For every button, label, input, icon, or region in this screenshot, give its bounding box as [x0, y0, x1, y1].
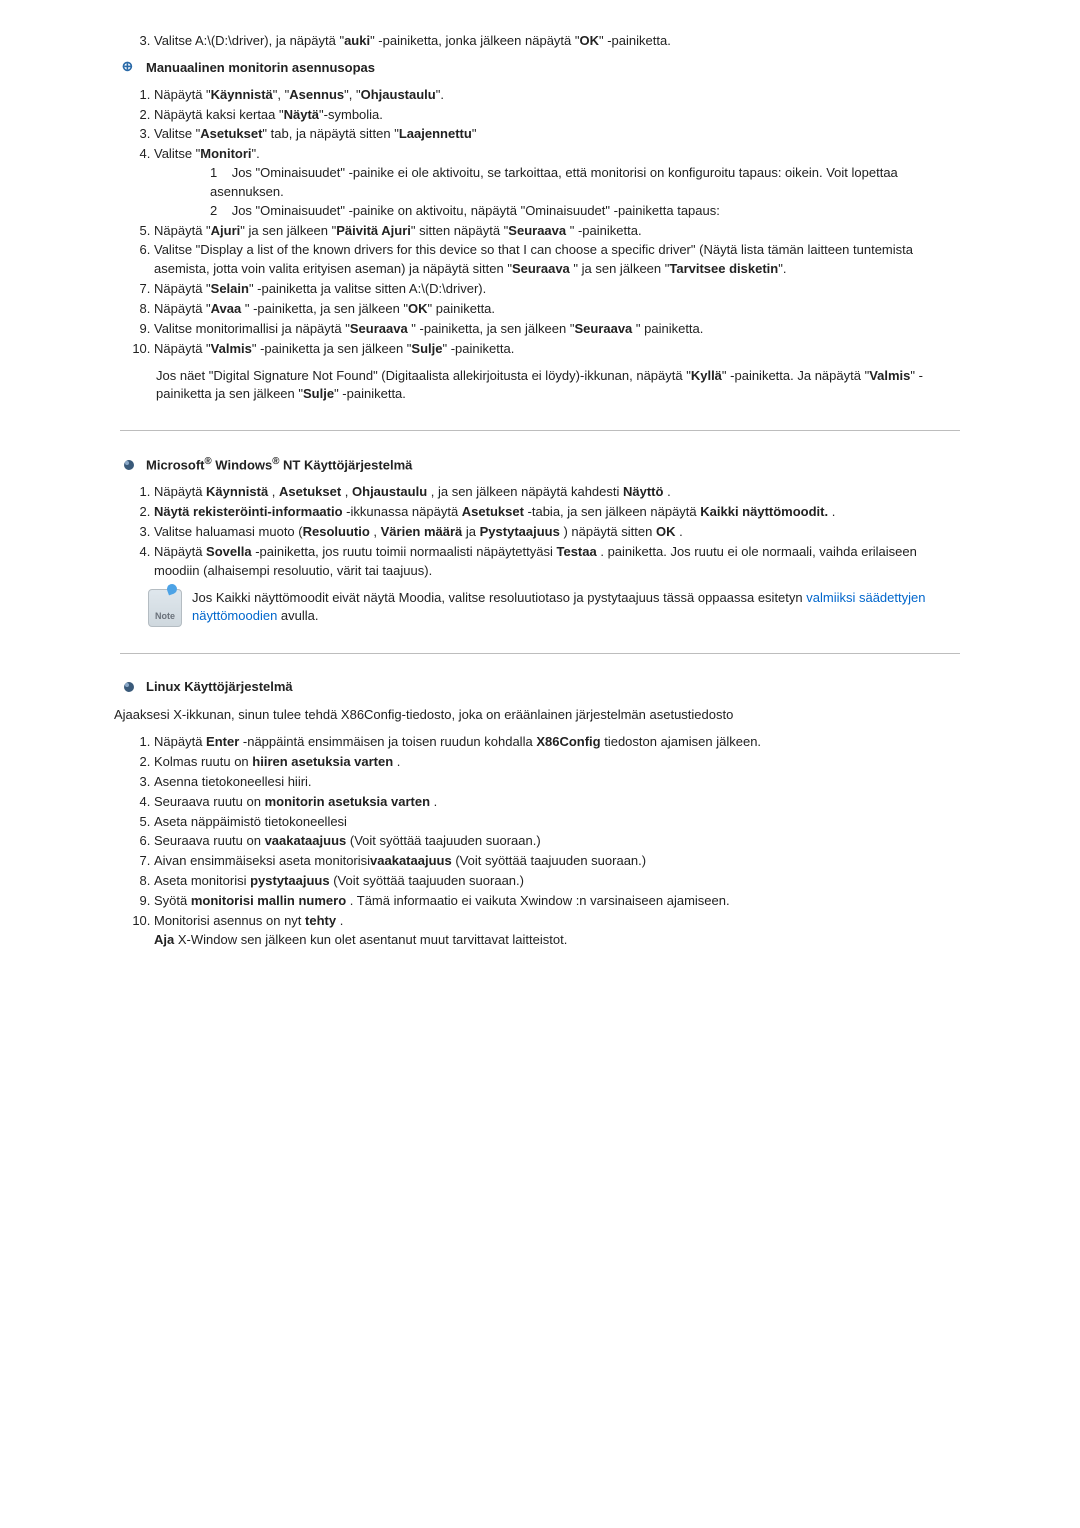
list-item: Valitse haluamasi muoto (Resoluutio , Vä…: [154, 523, 960, 542]
list-item: Näpäytä "Ajuri" ja sen jälkeen "Päivitä …: [154, 222, 960, 241]
pin-icon: [166, 582, 179, 595]
list-item: Näpäytä "Käynnistä", "Asennus", "Ohjaust…: [154, 86, 960, 105]
substep-text: Jos "Ominaisuudet" -painike ei ole aktiv…: [210, 165, 898, 199]
pre-steps: Valitse A:\(D:\driver), ja näpäytä "auki…: [120, 32, 960, 51]
sphere-icon: [120, 678, 138, 696]
divider: [120, 430, 960, 431]
list-item: Näpäytä Sovella -painiketta, jos ruutu t…: [154, 543, 960, 581]
note-icon: Note: [148, 589, 182, 627]
list-item: Kolmas ruutu on hiiren asetuksia varten …: [154, 753, 960, 772]
list-item: Näpäytä Enter -näppäintä ensimmäisen ja …: [154, 733, 960, 752]
post-paragraph: Jos näet "Digital Signature Not Found" (…: [156, 367, 960, 405]
list-item: Seuraava ruutu on vaakataajuus (Voit syö…: [154, 832, 960, 851]
linux-steps: Näpäytä Enter -näppäintä ensimmäisen ja …: [120, 733, 960, 949]
note-label: Note: [155, 610, 175, 623]
list-item: Monitorisi asennus on nyt tehty . Aja X-…: [154, 912, 960, 950]
list-item: Aseta monitorisi pystytaajuus (Voit syöt…: [154, 872, 960, 891]
list-item: Asenna tietokoneellesi hiiri.: [154, 773, 960, 792]
t: Microsoft: [146, 458, 205, 473]
section-heading-nt: Microsoft® Windows® NT Käyttöjärjestelmä: [120, 455, 960, 475]
section-heading-linux: Linux Käyttöjärjestelmä: [120, 678, 960, 697]
list-item: Valitse "Asetukset" tab, ja näpäytä sitt…: [154, 125, 960, 144]
list-item: Näpäytä Käynnistä , Asetukset , Ohjausta…: [154, 483, 960, 502]
list-item: Valitse "Display a list of the known dri…: [154, 241, 960, 279]
section-title-text: Microsoft® Windows® NT Käyttöjärjestelmä: [146, 455, 412, 475]
divider: [120, 653, 960, 654]
list-item: Seuraava ruutu on monitorin asetuksia va…: [154, 793, 960, 812]
section-title-text: Linux Käyttöjärjestelmä: [146, 678, 293, 697]
sphere-icon: [120, 456, 138, 474]
step-text: Valitse A:\(D:\driver), ja näpäytä "auki…: [154, 33, 671, 48]
t: Windows: [212, 458, 273, 473]
note-text: Jos Kaikki näyttömoodit eivät näytä Mood…: [192, 589, 960, 627]
t: Jos Kaikki näyttömoodit eivät näytä Mood…: [192, 590, 806, 605]
substep: 1 Jos "Ominaisuudet" -painike ei ole akt…: [210, 164, 960, 202]
t: avulla.: [277, 608, 318, 623]
list-item: Näpäytä "Valmis" -painiketta ja sen jälk…: [154, 340, 960, 359]
list-item: Näpäytä kaksi kertaa "Näytä"-symbolia.: [154, 106, 960, 125]
magnifier-icon: [120, 59, 138, 77]
list-item: Näytä rekisteröinti-informaatio -ikkunas…: [154, 503, 960, 522]
substep: 2 Jos "Ominaisuudet" -painike on aktivoi…: [210, 202, 960, 221]
substep-text: Jos "Ominaisuudet" -painike on aktivoitu…: [232, 203, 720, 218]
linux-intro: Ajaaksesi X-ikkunan, sinun tulee tehdä X…: [114, 706, 960, 725]
list-item: Aseta näppäimistö tietokoneellesi: [154, 813, 960, 832]
list-item: Näpäytä "Avaa " -painiketta, ja sen jälk…: [154, 300, 960, 319]
nt-steps: Näpäytä Käynnistä , Asetukset , Ohjausta…: [120, 483, 960, 580]
list-item: Valitse monitorimallisi ja näpäytä "Seur…: [154, 320, 960, 339]
note-block: Note Jos Kaikki näyttömoodit eivät näytä…: [148, 589, 960, 627]
list-item: Valitse A:\(D:\driver), ja näpäytä "auki…: [154, 32, 960, 51]
t: NT Käyttöjärjestelmä: [279, 458, 412, 473]
reg-symbol: ®: [205, 456, 212, 467]
list-item: Valitse "Monitori". 1 Jos "Ominaisuudet"…: [154, 145, 960, 220]
list-item: Syötä monitorisi mallin numero . Tämä in…: [154, 892, 960, 911]
section-title-text: Manuaalinen monitorin asennusopas: [146, 59, 375, 78]
list-item: Aivan ensimmäiseksi aseta monitorisivaak…: [154, 852, 960, 871]
section-heading-manual: Manuaalinen monitorin asennusopas: [120, 59, 960, 78]
manual-steps: Näpäytä "Käynnistä", "Asennus", "Ohjaust…: [120, 86, 960, 359]
list-item: Näpäytä "Selain" -painiketta ja valitse …: [154, 280, 960, 299]
